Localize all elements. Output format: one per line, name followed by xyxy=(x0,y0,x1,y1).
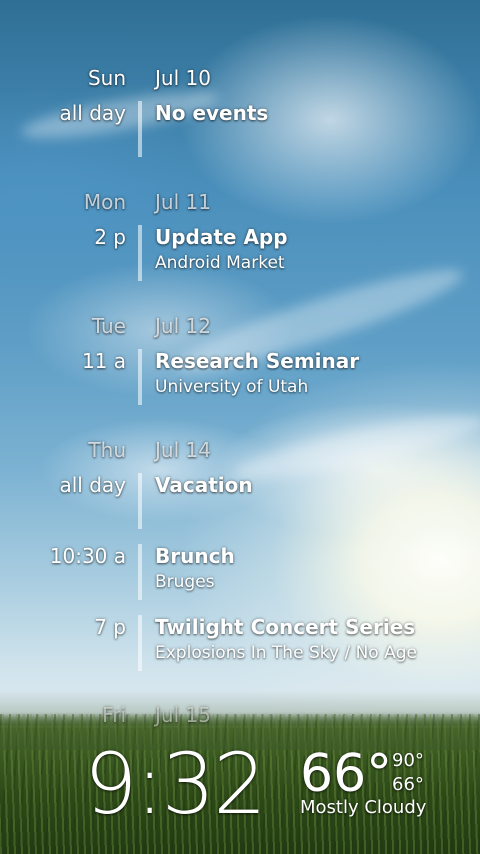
event-title: Twilight Concert Series xyxy=(155,615,416,639)
weather-condition: Mostly Cloudy xyxy=(300,797,427,818)
current-temperature[interactable]: 66° xyxy=(300,744,392,804)
event-time: 11 a xyxy=(81,349,126,373)
event-item[interactable]: 2 p Update App Android Market xyxy=(0,225,480,281)
day-date: Jul 12 xyxy=(155,314,211,338)
day-header: Sun Jul 10 xyxy=(0,66,480,96)
event-color-bar xyxy=(138,101,142,157)
event-item[interactable]: 11 a Research Seminar University of Utah xyxy=(0,349,480,405)
event-item[interactable]: 7 p Twilight Concert Series Explosions I… xyxy=(0,615,480,671)
event-location: Android Market xyxy=(155,253,285,273)
event-time: 2 p xyxy=(94,225,126,249)
event-item[interactable]: all day No events xyxy=(0,101,480,157)
day-of-week: Fri xyxy=(102,703,126,727)
high-temperature: 90° xyxy=(392,750,424,771)
clock-time[interactable]: 9:32 xyxy=(84,738,267,830)
day-of-week: Mon xyxy=(83,190,126,214)
day-header: Thu Jul 14 xyxy=(0,438,480,468)
event-color-bar xyxy=(138,225,142,281)
event-color-bar xyxy=(138,473,142,529)
agenda-list[interactable]: Sun Jul 10 all day No events Mon Jul 11 … xyxy=(0,0,480,740)
event-location: Explosions In The Sky / No Age xyxy=(155,643,417,663)
day-header: Mon Jul 11 xyxy=(0,190,480,220)
low-temperature: 66° xyxy=(392,774,424,795)
event-time: 10:30 a xyxy=(49,544,126,568)
day-date: Jul 11 xyxy=(155,190,211,214)
event-title: No events xyxy=(155,101,269,125)
event-color-bar xyxy=(138,615,142,671)
day-header: Tue Jul 12 xyxy=(0,314,480,344)
event-time: all day xyxy=(59,101,126,125)
event-color-bar xyxy=(138,544,142,600)
event-title: Brunch xyxy=(155,544,235,568)
event-location: Bruges xyxy=(155,572,215,592)
day-of-week: Thu xyxy=(88,438,126,462)
day-header: Fri Jul 15 xyxy=(0,703,480,733)
day-date: Jul 15 xyxy=(155,703,211,727)
day-of-week: Tue xyxy=(91,314,126,338)
event-location: University of Utah xyxy=(155,377,309,397)
day-date: Jul 14 xyxy=(155,438,211,462)
event-time: 7 p xyxy=(94,615,126,639)
event-item[interactable]: 10:30 a Brunch Bruges xyxy=(0,544,480,600)
event-time: all day xyxy=(59,473,126,497)
event-title: Vacation xyxy=(155,473,253,497)
day-of-week: Sun xyxy=(87,66,126,90)
day-date: Jul 10 xyxy=(155,66,211,90)
event-title: Research Seminar xyxy=(155,349,360,373)
event-color-bar xyxy=(138,349,142,405)
event-title: Update App xyxy=(155,225,288,249)
event-item[interactable]: all day Vacation xyxy=(0,473,480,529)
